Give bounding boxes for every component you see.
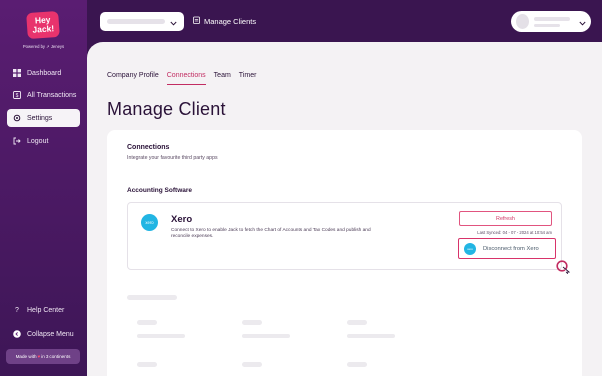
manage-clients-label: Manage Clients [204,16,257,26]
tab-team[interactable]: Team [214,72,231,85]
xero-name: Xero [171,214,193,225]
continents-count: 3 [45,354,49,359]
xero-description: Connect to Xero to enable Jack to fetch … [171,228,371,240]
manage-clients-link[interactable]: Manage Clients [193,16,256,26]
profile-text-placeholder [534,16,570,27]
sidebar-item-label: Settings [27,114,53,122]
chevron-down-icon [170,13,177,31]
made-with-badge: Made with ♥ in 3 continents [6,349,80,364]
sidebar-item-settings[interactable]: Settings [7,109,80,127]
placeholder-heading [127,295,177,300]
logout-icon [13,137,21,145]
continents-label: continents [49,354,71,359]
xero-integration-row: xero Xero Connect to Xero to enable Jack… [127,202,562,270]
made-in-label: in [41,354,45,359]
gear-icon [13,114,21,122]
powered-by: Powered by ↗ Jeneys [22,44,65,49]
accounting-software-heading: Accounting Software [127,187,193,194]
sidebar-item-label: Dashboard [27,69,62,77]
collapse-icon [13,330,21,338]
placeholder-item [137,320,157,325]
heart-icon: ♥ [37,354,41,359]
main-content: Company Profile Connections Team Timer M… [87,42,602,376]
connections-heading: Connections [127,144,170,151]
transactions-icon: $ [13,91,21,99]
placeholder-item [137,334,185,338]
avatar [516,14,529,29]
sidebar: Hey Jack! Powered by ↗ Jeneys Dashboard … [0,0,87,376]
clipboard-icon [193,16,200,26]
topbar: Manage Clients [87,0,602,42]
placeholder-item [242,320,262,325]
placeholder-item [347,334,395,338]
collapse-menu-label: Collapse Menu [27,330,74,338]
sidebar-item-dashboard[interactable]: Dashboard [7,64,80,82]
sidebar-item-label: Logout [27,137,49,145]
svg-text:$: $ [16,93,19,99]
placeholder-item [242,334,290,338]
page-title: Manage Client [107,99,226,119]
tab-company-profile[interactable]: Company Profile [107,72,159,85]
help-center-label: Help Center [27,306,65,314]
tab-timer[interactable]: Timer [239,72,257,85]
user-profile-menu[interactable] [511,11,591,32]
collapse-menu-button[interactable]: Collapse Menu [7,325,80,343]
sidebar-item-all-transactions[interactable]: $ All Transactions [7,86,80,104]
chevron-down-icon [579,13,586,31]
made-with-label: Made with [15,354,37,359]
placeholder-item [242,362,262,367]
sidebar-item-logout[interactable]: Logout [7,132,80,150]
disconnect-xero-button[interactable]: xero Disconnect from Xero [458,238,556,259]
client-select-value [107,19,165,24]
settings-tabs: Company Profile Connections Team Timer [107,72,256,85]
connections-subtitle: Integrate your favourite third party app… [127,155,218,161]
sidebar-item-label: All Transactions [27,91,77,99]
connections-card: Connections Integrate your favourite thi… [107,130,582,376]
disconnect-label: Disconnect from Xero [483,245,539,252]
placeholder-item [347,320,367,325]
tab-connections[interactable]: Connections [166,72,206,85]
logo-line2: Jack! [32,23,55,35]
last-synced-text: Last Synced: 04 - 07 - 2024 at 10:54 am [477,230,552,235]
placeholder-item [347,362,367,367]
placeholder-item [137,362,157,367]
help-center-link[interactable]: ? Help Center [7,301,80,319]
heyjack-logo[interactable]: Hey Jack! [26,10,60,40]
click-cursor-icon [556,260,570,274]
help-icon: ? [15,306,19,314]
xero-logo: xero [141,214,158,231]
client-select[interactable] [100,12,184,31]
dashboard-icon [13,69,21,77]
refresh-button[interactable]: Refresh [459,211,552,226]
xero-logo-small: xero [464,242,476,255]
